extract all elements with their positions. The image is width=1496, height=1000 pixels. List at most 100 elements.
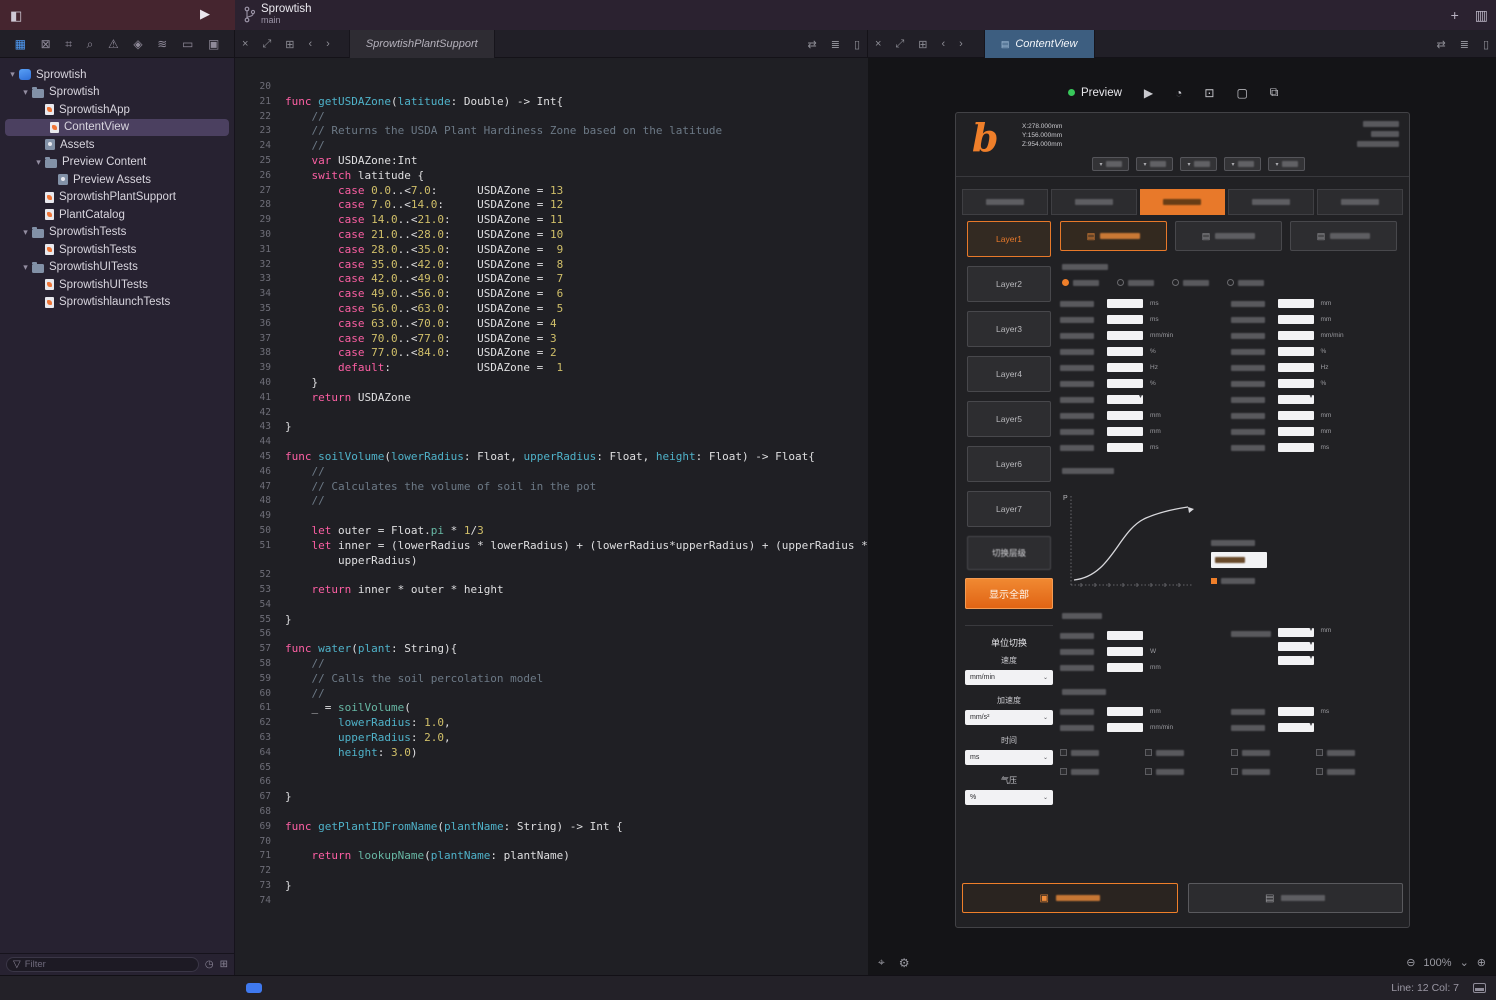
window-layout-icon[interactable]: ▥ <box>1475 7 1488 24</box>
layer-button-4[interactable]: Layer4 <box>967 356 1051 392</box>
code-line[interactable]: 71 return lookupName(plantName: plantNam… <box>235 849 868 864</box>
debug-navigator-icon[interactable]: ≋ <box>157 37 167 51</box>
code-line[interactable]: 52 <box>235 568 868 583</box>
code-line[interactable]: 57func water(plant: String){ <box>235 642 868 657</box>
code-line[interactable]: 37 case 70.0..<77.0: USDAZone = 3 <box>235 332 868 347</box>
option-checkbox-5[interactable] <box>1060 768 1145 775</box>
code-review-icon[interactable]: ⇄ <box>801 38 824 51</box>
parameter-field[interactable] <box>1278 707 1314 716</box>
close-editor-icon[interactable]: × <box>235 38 255 50</box>
code-line[interactable]: 40 } <box>235 376 868 391</box>
sidebar-item-sprowtishuitests[interactable]: SprowtishUITests <box>0 276 234 294</box>
code-line[interactable]: 36 case 63.0..<70.0: USDAZone = 4 <box>235 317 868 332</box>
unit-dropdown-1[interactable]: mm/min⌄ <box>965 670 1053 685</box>
disclosure-icon[interactable]: ▾ <box>19 262 32 273</box>
source-editor[interactable]: 2021func getUSDAZone(latitude: Double) -… <box>235 58 868 975</box>
parameter-field[interactable] <box>1107 663 1143 672</box>
code-line[interactable]: 74 <box>235 894 868 909</box>
tab-contentview[interactable]: ▤ ContentView <box>984 30 1095 58</box>
radio-option-2[interactable] <box>1117 279 1154 286</box>
header-chip-3[interactable]: ▾ <box>1180 157 1217 171</box>
code-line[interactable]: 70 <box>235 835 868 850</box>
unit-dropdown-2[interactable]: mm/s²⌄ <box>965 710 1053 725</box>
tests-navigator-icon[interactable]: ◈ <box>133 37 142 51</box>
preview-tab-4[interactable] <box>1228 189 1314 215</box>
code-line[interactable]: 21func getUSDAZone(latitude: Double) -> … <box>235 95 868 110</box>
find-navigator-icon[interactable]: ⌕ <box>87 37 94 52</box>
bookmarks-navigator-icon[interactable]: ⌗ <box>65 37 72 52</box>
code-line[interactable]: 67} <box>235 790 868 805</box>
breakpoints-navigator-icon[interactable]: ▭ <box>182 37 193 51</box>
parameter-field[interactable] <box>1107 411 1143 420</box>
scheme-breadcrumb[interactable]: Sprowtish main <box>244 3 312 26</box>
zoom-menu-chevron-icon[interactable]: ⌄ <box>1460 956 1469 969</box>
stacked-dropdown-2[interactable] <box>1278 642 1314 651</box>
source-control-navigator-icon[interactable]: ⊠ <box>41 37 51 51</box>
parameter-field[interactable] <box>1107 443 1143 452</box>
sidebar-item-sprowtishplantsupport[interactable]: SprowtishPlantSupport <box>0 189 234 207</box>
code-line[interactable]: 45func soilVolume(lowerRadius: Float, up… <box>235 450 868 465</box>
code-line[interactable]: 66 <box>235 775 868 790</box>
related-items-icon[interactable]: ⊞ <box>278 38 301 51</box>
add-file-icon[interactable]: ⊞ <box>220 959 228 970</box>
related-items-icon-2[interactable]: ⊞ <box>911 38 934 51</box>
recent-files-icon[interactable]: ◷ <box>205 959 214 970</box>
code-line[interactable]: 51 let inner = (lowerRadius * lowerRadiu… <box>235 539 868 554</box>
parameter-field[interactable] <box>1278 347 1314 356</box>
code-line[interactable]: 38 case 77.0..<84.0: USDAZone = 2 <box>235 346 868 361</box>
zoom-out-icon[interactable]: ⊖ <box>1406 956 1415 969</box>
code-line[interactable]: 27 case 0.0..<7.0: USDAZone = 13 <box>235 184 868 199</box>
sidebar-item-assets[interactable]: Assets <box>0 136 234 154</box>
sidebar-item-plantcatalog[interactable]: PlantCatalog <box>0 206 234 224</box>
parameter-field[interactable] <box>1278 363 1314 372</box>
parameter-field[interactable] <box>1107 379 1143 388</box>
code-line[interactable]: 54 <box>235 598 868 613</box>
disclosure-icon[interactable]: ▾ <box>6 69 19 80</box>
code-line[interactable]: 59 // Calls the soil percolation model <box>235 672 868 687</box>
focus-editor-icon[interactable]: ⤢ <box>255 38 278 51</box>
option-checkbox-8[interactable] <box>1316 768 1401 775</box>
filter-input[interactable]: ▽ Filter <box>6 957 199 972</box>
code-line[interactable]: upperRadius) <box>235 554 868 569</box>
minimap-icon[interactable]: ≣ <box>824 38 847 51</box>
header-chip-2[interactable]: ▾ <box>1136 157 1173 171</box>
graph-side-field[interactable] <box>1211 552 1267 568</box>
unit-dropdown-4[interactable]: %⌄ <box>965 790 1053 805</box>
code-line[interactable]: 63 upperRadius: 2.0, <box>235 731 868 746</box>
code-line[interactable]: 34 case 49.0..<56.0: USDAZone = 6 <box>235 287 868 302</box>
code-line[interactable]: 35 case 56.0..<63.0: USDAZone = 5 <box>235 302 868 317</box>
preview-environment-icon[interactable]: ◔ <box>1175 86 1182 100</box>
panel-tool-button-1[interactable]: ▤ <box>1060 221 1167 251</box>
code-line[interactable]: 22 // <box>235 110 868 125</box>
unit-dropdown-3[interactable]: ms⌄ <box>965 750 1053 765</box>
disclosure-icon[interactable]: ▾ <box>19 87 32 98</box>
preview-tab-1[interactable] <box>962 189 1048 215</box>
parameter-field[interactable] <box>1278 315 1314 324</box>
layer-switch-button[interactable]: 切换层级 <box>967 536 1051 570</box>
sidebar-item-contentview[interactable]: ContentView <box>5 119 229 137</box>
back-icon-2[interactable]: ‹ <box>934 38 952 50</box>
forward-icon-2[interactable]: › <box>952 38 970 50</box>
layer-button-7[interactable]: Layer7 <box>967 491 1051 527</box>
radio-option-4[interactable] <box>1227 279 1264 286</box>
layer-button-1[interactable]: Layer1 <box>967 221 1051 257</box>
code-line[interactable]: 53 return inner * outer * height <box>235 583 868 598</box>
parameter-field[interactable] <box>1278 299 1314 308</box>
code-line[interactable]: 20 <box>235 80 868 95</box>
disclosure-icon[interactable]: ▾ <box>32 157 45 168</box>
graph-side-checkbox[interactable] <box>1211 578 1267 584</box>
option-checkbox-3[interactable] <box>1231 749 1316 756</box>
code-line[interactable]: 23 // Returns the USDA Plant Hardiness Z… <box>235 124 868 139</box>
preview-device-icon[interactable]: ▢ <box>1236 86 1247 100</box>
code-line[interactable]: 41 return USDAZone <box>235 391 868 406</box>
option-checkbox-7[interactable] <box>1231 768 1316 775</box>
code-review-icon-2[interactable]: ⇄ <box>1430 38 1453 51</box>
code-line[interactable]: 64 height: 3.0) <box>235 746 868 761</box>
option-checkbox-1[interactable] <box>1060 749 1145 756</box>
layer-button-6[interactable]: Layer6 <box>967 446 1051 482</box>
code-line[interactable]: 25 var USDAZone:Int <box>235 154 868 169</box>
parameter-field[interactable] <box>1107 363 1143 372</box>
parameter-field[interactable] <box>1107 315 1143 324</box>
option-checkbox-2[interactable] <box>1145 749 1230 756</box>
parameter-dropdown[interactable] <box>1107 395 1143 404</box>
